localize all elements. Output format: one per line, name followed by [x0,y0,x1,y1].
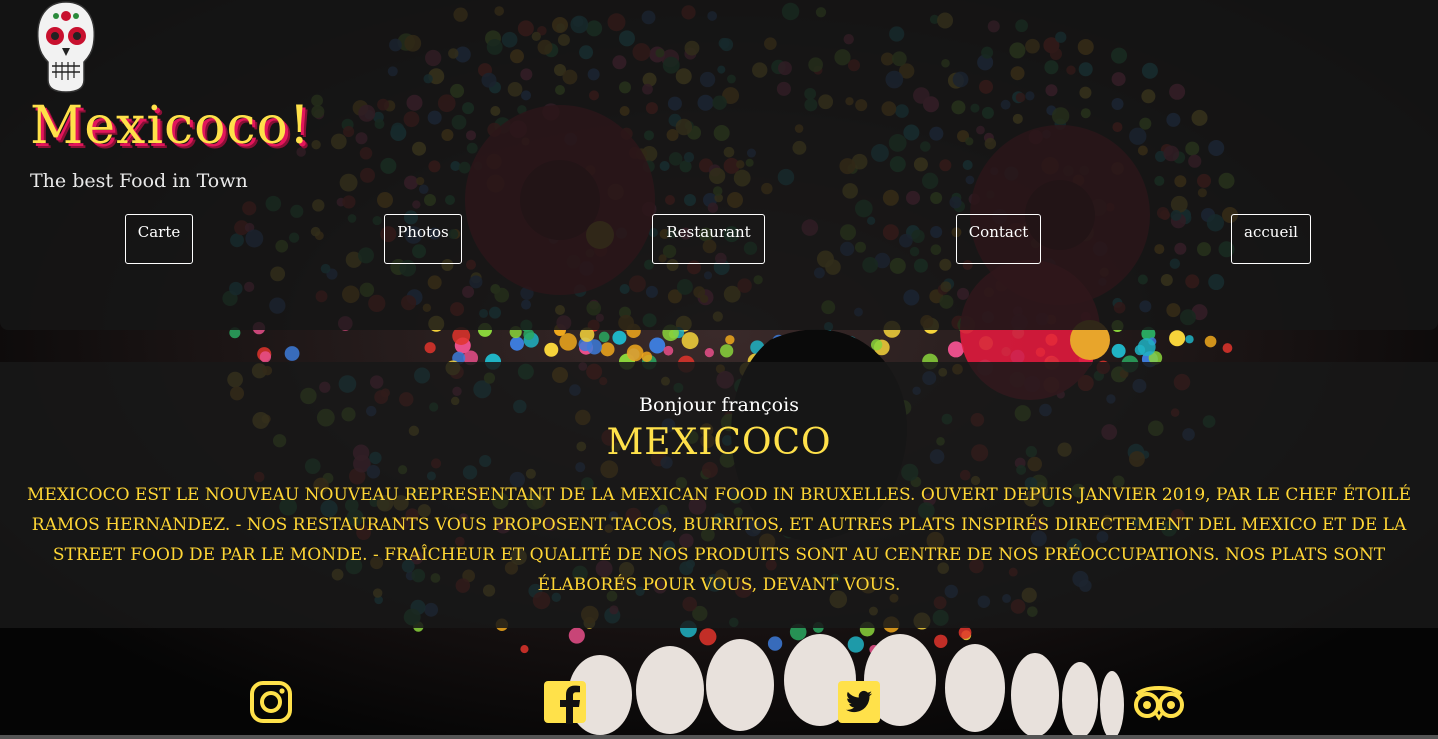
section-title: MEXICOCO [606,422,832,463]
tripadvisor-icon [1134,686,1184,721]
nav-restaurant-button[interactable]: Restaurant [652,214,765,264]
nav-contact-button[interactable]: Contact [956,214,1041,264]
twitter-icon [838,681,880,723]
nav-accueil-button[interactable]: accueil [1231,214,1311,264]
restaurant-description: Mexicoco est le nouveau nouveau represen… [27,485,1411,595]
page-bottom-border [0,735,1438,739]
twitter-link[interactable] [837,680,881,724]
nav-photos-button[interactable]: Photos [384,214,462,264]
instagram-icon [250,681,292,723]
sugar-skull-logo-icon[interactable] [34,0,98,94]
welcome-section: Bonjour françois MEXICOCO Mexicoco est l… [0,362,1438,628]
tagline: The best Food in Town [30,170,248,192]
brand-title: Mexicoco! [30,96,311,156]
user-greeting: Bonjour françois [639,394,799,416]
facebook-link[interactable] [543,680,587,724]
tripadvisor-link[interactable] [1131,680,1187,724]
site-header: Mexicoco! The best Food in Town Carte Ph… [0,0,1438,330]
instagram-link[interactable] [249,680,293,724]
facebook-icon [544,681,586,724]
nav-carte-button[interactable]: Carte [125,214,193,264]
